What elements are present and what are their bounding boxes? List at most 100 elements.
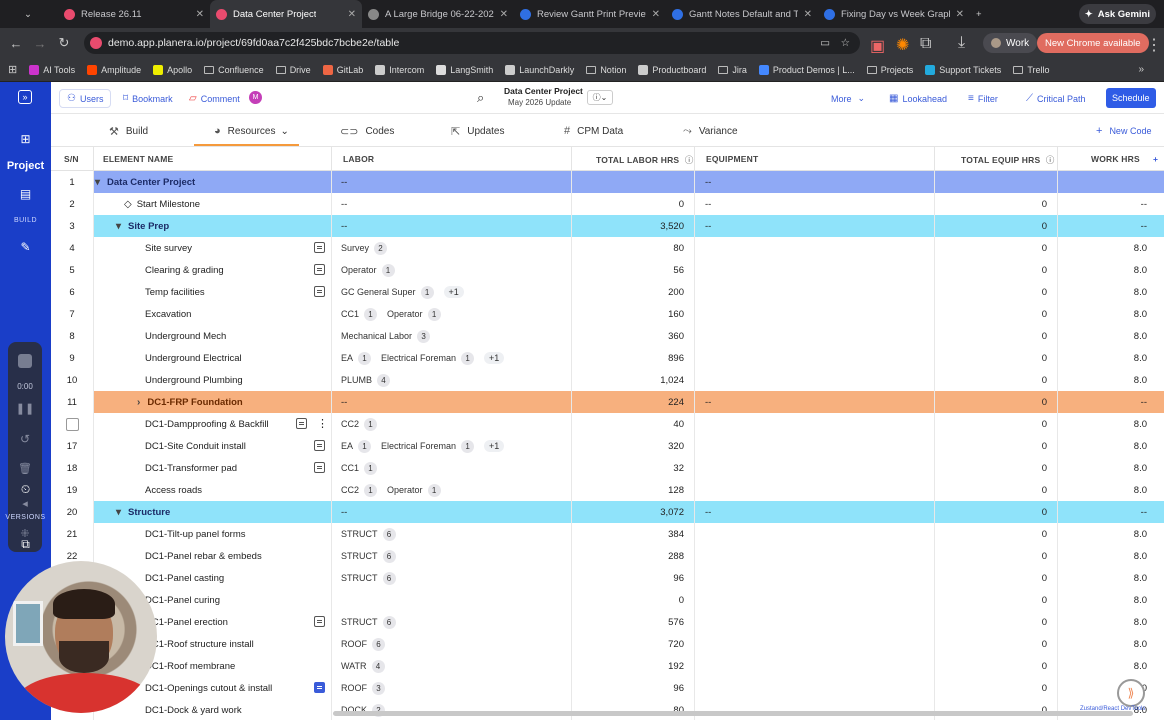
total-labor-cell[interactable]: 0 (571, 589, 684, 611)
labor-chip[interactable]: EA 1 (341, 439, 372, 453)
bookmark-item[interactable]: Drive (275, 65, 311, 75)
labor-cell[interactable]: EA 1 Electrical Foreman 1 +1 (341, 347, 505, 369)
bookmark-item[interactable]: LangSmith (436, 64, 493, 75)
total-equip-cell[interactable]: 0 (934, 259, 1047, 281)
work-hrs-cell[interactable]: 8.0 (1057, 567, 1147, 589)
labor-cell[interactable]: Survey 2 (341, 237, 397, 259)
element-name-cell[interactable]: DC1-Roof membrane (145, 655, 235, 677)
labor-chip[interactable]: Operator 1 (387, 307, 441, 321)
browser-tab[interactable]: Gantt Notes Default and T ✕ (666, 0, 818, 28)
browser-tab[interactable]: Fixing Day vs Week Graph ✕ (818, 0, 970, 28)
close-icon[interactable]: ✕ (342, 9, 356, 20)
total-equip-cell[interactable]: 0 (934, 391, 1047, 413)
work-hrs-cell[interactable]: 8.0 (1057, 259, 1147, 281)
total-equip-cell[interactable]: 0 (934, 589, 1047, 611)
search-icon[interactable]: ⌕ (477, 90, 484, 106)
total-equip-cell[interactable]: 0 (934, 611, 1047, 633)
work-hrs-cell[interactable]: 8.0 (1057, 413, 1147, 435)
total-labor-cell[interactable] (571, 171, 684, 193)
labor-cell[interactable]: CC2 1 Operator 1 (341, 479, 451, 501)
bookmark-item[interactable]: GitLab (322, 64, 363, 75)
tab-resources[interactable]: ◕ Resources ⌄ (194, 125, 299, 146)
labor-cell[interactable]: EA 1 Electrical Foreman 1 +1 (341, 435, 505, 457)
total-labor-cell[interactable]: 96 (571, 567, 684, 589)
element-name-cell[interactable]: Underground Electrical (145, 347, 242, 369)
total-labor-cell[interactable]: 224 (571, 391, 684, 413)
table-row[interactable]: 17 DC1-Site Conduit install EA 1 Electrical … (51, 435, 1164, 457)
table-row[interactable]: 5 Clearing & grading Operator 1 56 0 8.0 (51, 259, 1164, 281)
tab-search-button[interactable]: ⌄ (0, 0, 58, 28)
total-equip-cell[interactable]: 0 (934, 215, 1047, 237)
total-labor-cell[interactable]: 896 (571, 347, 684, 369)
element-name-cell[interactable]: Underground Plumbing (145, 369, 243, 391)
pencil-icon[interactable]: ✎ (0, 240, 51, 254)
schedule-button[interactable]: Schedule (1106, 88, 1156, 108)
total-labor-cell[interactable]: 200 (571, 281, 684, 303)
equipment-cell[interactable]: -- (705, 391, 711, 413)
install-icon[interactable]: ▭ (820, 37, 830, 49)
work-hrs-cell[interactable]: 8.0 (1057, 369, 1147, 391)
labor-cell[interactable]: WATR 4 (341, 655, 395, 677)
element-name-cell[interactable]: Excavation (145, 303, 191, 325)
table-row[interactable]: DC1-Openings cutout & installROOF39608.0 (51, 677, 1164, 699)
add-column-icon[interactable]: + (1153, 154, 1158, 164)
labor-chip[interactable]: Electrical Foreman 1 (381, 439, 475, 453)
total-equip-cell[interactable]: 0 (934, 677, 1047, 699)
work-hrs-cell[interactable]: -- (1057, 391, 1147, 413)
close-icon[interactable]: ✕ (494, 9, 508, 20)
element-name-cell[interactable]: Clearing & grading (145, 259, 224, 281)
work-hrs-cell[interactable]: 8.0 (1057, 611, 1147, 633)
table-row[interactable]: DC1-Panel erection STRUCT 6 576 0 8.0 (51, 611, 1164, 633)
column-sn[interactable]: S/N (64, 154, 79, 164)
extension-icon[interactable]: ✺ (896, 35, 909, 55)
new-code-button[interactable]: + New Code (1096, 125, 1151, 137)
extension-icon[interactable]: ▣ (870, 36, 885, 56)
more-button[interactable]: More ⌄ (831, 89, 865, 108)
total-labor-cell[interactable]: 32 (571, 457, 684, 479)
grid-icon[interactable]: ⊞ (0, 132, 51, 146)
total-equip-cell[interactable]: 0 (934, 281, 1047, 303)
download-icon[interactable]: ⤓ (958, 34, 965, 52)
reload-icon[interactable]: ↻ (52, 35, 76, 51)
tab-cpm-data[interactable]: # CPM Data (564, 125, 623, 137)
table-row[interactable]: DC1-Dock & yard work DOCK 2 80 0 8.0 (51, 699, 1164, 720)
devtools-toggle-icon[interactable]: ⟫ (1117, 679, 1145, 707)
total-labor-cell[interactable]: 56 (571, 259, 684, 281)
bookmark-item[interactable]: Jira (718, 65, 747, 75)
labor-cell[interactable]: STRUCT 6 (341, 611, 406, 633)
notes-icon[interactable] (314, 682, 325, 693)
bookmark-item[interactable]: AI Tools (29, 64, 75, 75)
labor-chip[interactable]: CC1 1 (341, 461, 378, 475)
labor-chip[interactable]: CC1 1 (341, 307, 378, 321)
labor-cell[interactable]: Operator 1 (341, 259, 405, 281)
element-name-cell[interactable]: DC1-Openings cutout & install (145, 677, 272, 699)
labor-cell[interactable]: CC2 1 (341, 413, 387, 435)
tab-codes[interactable]: ⊂⊃ Codes (340, 125, 394, 138)
table-row[interactable]: 19 Access roads CC2 1 Operator 1 128 0 8.0 (51, 479, 1164, 501)
total-equip-cell[interactable]: 0 (934, 699, 1047, 720)
total-equip-cell[interactable]: 0 (934, 193, 1047, 215)
element-name-cell[interactable]: DC1-Dampproofing & Backfill (145, 413, 269, 435)
tab-updates[interactable]: ⇱ Updates (451, 125, 504, 138)
bookmark-item[interactable]: Confluence (204, 65, 264, 75)
browser-tab[interactable]: A Large Bridge 06-22-202 ✕ (362, 0, 514, 28)
ask-gemini-button[interactable]: ✦ Ask Gemini (1078, 4, 1156, 24)
element-name-cell[interactable]: Underground Mech (145, 325, 226, 347)
table-row[interactable]: 11 › DC1-FRP Foundation -- 224 -- 0 -- (51, 391, 1164, 413)
work-hrs-cell[interactable]: -- (1057, 193, 1147, 215)
element-name-cell[interactable]: DC1-Tilt-up panel forms (145, 523, 245, 545)
element-name-cell[interactable]: Access roads (145, 479, 202, 501)
element-name-cell[interactable]: DC1-Panel rebar & embeds (145, 545, 262, 567)
table-row[interactable]: 7 Excavation CC1 1 Operator 1 160 0 8.0 (51, 303, 1164, 325)
total-labor-cell[interactable]: 0 (571, 193, 684, 215)
work-hrs-cell[interactable] (1057, 171, 1147, 193)
total-labor-cell[interactable]: 1,024 (571, 369, 684, 391)
work-hrs-cell[interactable]: 8.0 (1057, 655, 1147, 677)
element-name-cell[interactable]: DC1-Site Conduit install (145, 435, 246, 457)
chevron-down-icon[interactable]: ▾ (116, 221, 121, 232)
close-icon[interactable]: ✕ (798, 9, 812, 20)
table-row[interactable]: 4 Site survey Survey 2 80 0 8.0 (51, 237, 1164, 259)
bookmark-button[interactable]: ⌑ Bookmark (123, 89, 173, 108)
total-equip-cell[interactable]: 0 (934, 479, 1047, 501)
labor-chip[interactable]: STRUCT 6 (341, 615, 396, 629)
